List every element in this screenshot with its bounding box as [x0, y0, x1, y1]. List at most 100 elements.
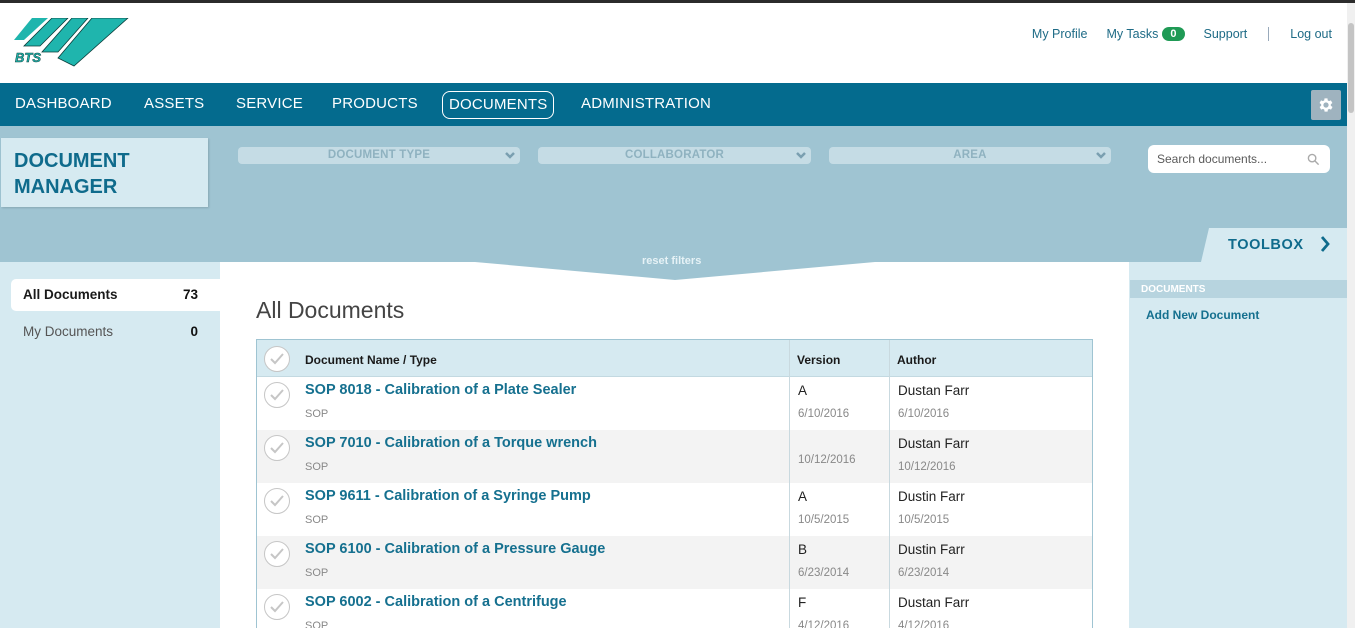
chevron-down-icon: [796, 152, 806, 159]
area-label: AREA: [953, 149, 987, 161]
toolbox-tab-edge: [1201, 228, 1209, 262]
gear-icon: [1319, 98, 1333, 112]
author-date: 10/5/2015: [898, 514, 950, 526]
row-checkbox[interactable]: [264, 435, 290, 461]
nav-service[interactable]: SERVICE: [236, 92, 303, 118]
author-date: 4/12/2016: [898, 620, 950, 628]
author: Dustan Farr: [898, 436, 970, 451]
page-title: All Documents: [256, 297, 405, 323]
support-link[interactable]: Support: [1204, 27, 1248, 41]
collaborator-label: COLLABORATOR: [624, 149, 725, 161]
document-type: SOP: [305, 461, 329, 473]
document-type-select[interactable]: DOCUMENT TYPE: [238, 147, 520, 164]
title-line-1: DOCUMENT: [14, 150, 130, 172]
row-checkbox[interactable]: [264, 488, 290, 514]
version: A: [798, 489, 808, 504]
support-label: Support: [1203, 27, 1248, 41]
my-profile-link[interactable]: My Profile: [1032, 27, 1088, 41]
document-manager-title: DOCUMENT MANAGER: [1, 138, 208, 207]
title-line-2: MANAGER: [14, 176, 118, 198]
table-row[interactable]: SOP 6100 - Calibration of a Pressure Gau…: [257, 536, 1092, 589]
sidebar-item-count: 0: [190, 324, 198, 339]
my-profile-label: My Profile: [1031, 27, 1088, 41]
toolbox-toggle[interactable]: TOOLBOX: [1201, 228, 1347, 262]
version-date: 6/10/2016: [798, 408, 850, 420]
main-nav: DASHBOARD ASSETS SERVICE PRODUCTS DOCUME…: [0, 83, 1347, 126]
logout-label: Log out: [1290, 27, 1332, 41]
version-date: 6/23/2014: [798, 567, 850, 579]
nav-administration[interactable]: ADMINISTRATION: [581, 92, 711, 118]
document-type: SOP: [305, 408, 329, 420]
row-checkbox[interactable]: [264, 541, 290, 567]
row-checkbox[interactable]: [264, 382, 290, 408]
table-row[interactable]: SOP 8018 - Calibration of a Plate Sealer…: [257, 377, 1092, 430]
my-tasks-label: My Tasks: [1106, 27, 1159, 41]
check-icon: [270, 389, 284, 401]
sidebar-item-label: My Documents: [23, 324, 114, 339]
nav-products[interactable]: PRODUCTS: [332, 92, 418, 118]
nav-documents[interactable]: DOCUMENTS: [442, 91, 555, 119]
reset-filters-link[interactable]: reset filters: [642, 255, 701, 267]
document-name-link[interactable]: SOP 6100 - Calibration of a Pressure Gau…: [305, 541, 605, 557]
links-divider: [1268, 27, 1270, 41]
search-input[interactable]: [1148, 145, 1330, 173]
document-name-link[interactable]: SOP 6002 - Calibration of a Centrifuge: [305, 594, 567, 610]
table-header: Document Name / Type Version Author: [257, 340, 1092, 377]
select-all-checkbox[interactable]: [264, 346, 290, 372]
author: Dustan Farr: [898, 383, 970, 398]
chevron-down-icon: [1096, 152, 1106, 159]
document-type: SOP: [305, 514, 329, 526]
sidebar-item-my-documents[interactable]: My Documents 0: [11, 316, 220, 348]
logout-link[interactable]: Log out: [1290, 27, 1332, 41]
version: A: [798, 383, 808, 398]
column-header-name[interactable]: Document Name / Type: [305, 353, 437, 367]
chevron-down-icon: [505, 152, 515, 159]
author: Dustan Farr: [898, 595, 970, 610]
chevron-right-icon: [1320, 236, 1330, 252]
table-row[interactable]: SOP 7010 - Calibration of a Torque wrenc…: [257, 430, 1092, 483]
sidebar-item-label: All Documents: [23, 287, 118, 302]
nav-dashboard[interactable]: DASHBOARD: [15, 92, 112, 118]
scrollbar-thumb[interactable]: [1348, 23, 1354, 113]
version: F: [798, 595, 807, 610]
author-date: 10/12/2016: [898, 461, 956, 473]
author-date: 6/10/2016: [898, 408, 950, 420]
author: Dustin Farr: [898, 489, 965, 504]
document-name-link[interactable]: SOP 8018 - Calibration of a Plate Sealer: [305, 382, 576, 398]
version-date: 10/5/2015: [798, 514, 850, 526]
sidebar: All Documents 73 My Documents 0: [0, 262, 220, 628]
column-header-author[interactable]: Author: [897, 353, 936, 367]
column-divider: [789, 340, 790, 628]
version-date: 10/12/2016: [798, 454, 856, 466]
page-scrollbar[interactable]: [1347, 3, 1355, 628]
author-date: 6/23/2014: [898, 567, 950, 579]
toolbox-section-header: DOCUMENTS: [1130, 280, 1347, 298]
settings-button[interactable]: [1311, 90, 1341, 120]
document-name-link[interactable]: SOP 7010 - Calibration of a Torque wrenc…: [305, 435, 597, 451]
table-row[interactable]: SOP 9611 - Calibration of a Syringe Pump…: [257, 483, 1092, 536]
table-row[interactable]: SOP 6002 - Calibration of a Centrifuge S…: [257, 589, 1092, 628]
sidebar-item-all-documents[interactable]: All Documents 73: [11, 279, 220, 311]
search-icon[interactable]: [1307, 153, 1320, 166]
header: BTS My Profile My Tasks 0 Support Log out: [0, 3, 1347, 83]
area-select[interactable]: AREA: [829, 147, 1111, 164]
column-divider: [889, 340, 890, 628]
document-type: SOP: [305, 620, 329, 628]
row-checkbox[interactable]: [264, 594, 290, 620]
document-type: SOP: [305, 567, 329, 579]
toolbox-panel: DOCUMENTS Add New Document: [1129, 262, 1347, 628]
top-links: My Profile My Tasks 0 Support Log out: [1013, 27, 1332, 41]
version: B: [798, 542, 808, 557]
document-name-link[interactable]: SOP 9611 - Calibration of a Syringe Pump: [305, 488, 591, 504]
document-type-label: DOCUMENT TYPE: [327, 149, 431, 161]
collaborator-select[interactable]: COLLABORATOR: [538, 147, 811, 164]
column-header-version[interactable]: Version: [797, 353, 840, 367]
nav-assets[interactable]: ASSETS: [144, 92, 204, 118]
check-icon: [270, 442, 284, 454]
add-new-document-link[interactable]: Add New Document: [1146, 308, 1259, 322]
my-tasks-link[interactable]: My Tasks 0: [1107, 27, 1185, 41]
tasks-count-badge: 0: [1162, 27, 1185, 41]
check-icon: [270, 495, 284, 507]
bts-logo[interactable]: BTS: [14, 18, 130, 70]
documents-table: Document Name / Type Version Author SOP …: [256, 339, 1093, 628]
